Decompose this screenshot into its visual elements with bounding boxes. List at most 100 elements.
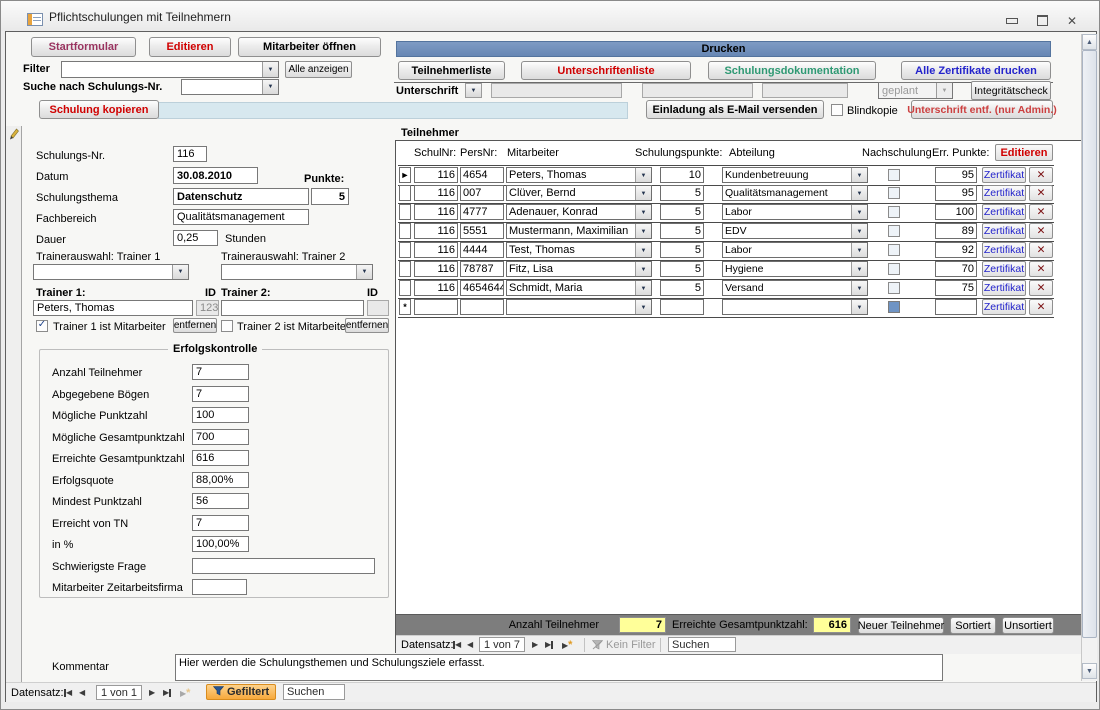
scroll-up-icon[interactable]: ▲ [1082,34,1097,50]
suche-schulungsnr-combo[interactable]: ▼ [181,79,279,95]
ek-value-field[interactable]: 100,00% [192,536,249,552]
restore-icon[interactable] [1031,13,1053,28]
chevron-down-icon[interactable]: ▼ [635,300,651,315]
dauer-field[interactable]: 0,25 [173,230,218,246]
schulnr-cell[interactable]: 116 [414,242,458,258]
chevron-down-icon[interactable]: ▼ [851,281,867,296]
schulungspunkte-cell[interactable]: 5 [660,242,704,258]
prev-record-icon[interactable]: ◀ [79,688,85,698]
gefiltert-button[interactable]: Gefiltert [206,684,276,700]
ek-value-field[interactable]: 88,00% [192,472,249,488]
delete-row-button[interactable]: ✕ [1029,299,1053,315]
chevron-down-icon[interactable]: ▼ [635,168,651,183]
chevron-down-icon[interactable]: ▼ [635,186,651,201]
err-punkte-cell[interactable]: 70 [935,261,977,277]
no-filter-icon[interactable] [592,640,603,653]
table-editieren-button[interactable]: Editieren [995,144,1053,161]
row-selector[interactable]: ► [399,167,411,183]
next-record-icon[interactable]: ▶ [532,640,538,650]
persnr-cell[interactable]: 78787 [460,261,504,277]
schulnr-cell[interactable]: 116 [414,185,458,201]
new-record-icon[interactable]: ▶* [562,640,572,651]
err-punkte-cell[interactable]: 95 [935,167,977,183]
delete-row-button[interactable]: ✕ [1029,185,1053,201]
chevron-down-icon[interactable]: ▼ [851,262,867,277]
trainer2-name-field[interactable] [221,300,364,316]
punkte-field[interactable]: 5 [311,188,349,205]
mitarbeiter-combo[interactable]: Schmidt, Maria▼ [506,280,652,296]
zertifikat-button[interactable]: Zertifikat [982,261,1026,277]
abteilung-combo[interactable]: Versand▼ [722,280,868,296]
delete-row-button[interactable]: ✕ [1029,242,1053,258]
schulungsnr-field[interactable]: 116 [173,146,207,162]
err-punkte-cell[interactable]: 92 [935,242,977,258]
chevron-down-icon[interactable]: ▼ [635,243,651,258]
kommentar-field[interactable]: Hier werden die Schulungsthemen und Schu… [175,654,943,681]
persnr-cell[interactable] [460,299,504,315]
alle-zertifikate-button[interactable]: Alle Zertifikate drucken [901,61,1051,80]
schulungspunkte-cell[interactable] [660,299,704,315]
schulungspunkte-cell[interactable]: 10 [660,167,704,183]
err-punkte-cell[interactable]: 89 [935,223,977,239]
schulnr-cell[interactable]: 116 [414,204,458,220]
editieren-button[interactable]: Editieren [149,37,231,57]
unterschriftenliste-button[interactable]: Unterschriftenliste [521,61,691,80]
fachbereich-field[interactable]: Qualitätsmanagement [173,209,309,225]
unsortiert-button[interactable]: Unsortiert [1002,617,1054,634]
prev-record-icon[interactable]: ◀ [467,640,473,650]
chevron-down-icon[interactable]: ▼ [635,224,651,239]
chevron-down-icon[interactable]: ▼ [635,205,651,220]
main-search-input[interactable]: Suchen [283,684,345,700]
persnr-cell[interactable]: 4444 [460,242,504,258]
zertifikat-button[interactable]: Zertifikat [982,185,1026,201]
trainer1-mitarbeiter-checkbox[interactable] [36,320,48,332]
scroll-down-icon[interactable]: ▼ [1082,663,1097,679]
chevron-down-icon[interactable]: ▼ [851,243,867,258]
blindkopie-checkbox[interactable] [831,104,843,116]
subform-record-position[interactable]: 1 von 7 [479,637,525,652]
subform-search-input[interactable]: Suchen [668,637,736,652]
err-punkte-cell[interactable]: 95 [935,185,977,201]
err-punkte-cell[interactable]: 100 [935,204,977,220]
delete-row-button[interactable]: ✕ [1029,204,1053,220]
teilnehmerliste-button[interactable]: Teilnehmerliste [398,61,505,80]
mitarbeiter-combo[interactable]: Clüver, Bernd▼ [506,185,652,201]
schulung-kopieren-button[interactable]: Schulung kopieren [39,100,159,119]
abteilung-combo[interactable]: Qualitätsmanagement▼ [722,185,868,201]
abteilung-combo[interactable]: Labor▼ [722,204,868,220]
mitarbeiter-combo[interactable]: ▼ [506,299,652,315]
mitarbeiter-oeffnen-button[interactable]: Mitarbeiter öffnen [238,37,381,57]
row-selector[interactable] [399,185,411,201]
row-selector[interactable] [399,261,411,277]
mitarbeiter-combo[interactable]: Peters, Thomas▼ [506,167,652,183]
schulungspunkte-cell[interactable]: 5 [660,185,704,201]
schulungsdokumentation-button[interactable]: Schulungsdokumentation [708,61,876,80]
vertical-scrollbar[interactable]: ▲ ▼ [1081,34,1097,681]
zertifikat-button[interactable]: Zertifikat [982,223,1026,239]
trainer2-mitarbeiter-checkbox[interactable] [221,320,233,332]
chevron-down-icon[interactable]: ▼ [851,168,867,183]
ek-value-field[interactable]: 616 [192,450,249,466]
persnr-cell[interactable]: 007 [460,185,504,201]
main-record-position[interactable]: 1 von 1 [96,685,142,700]
schulnr-cell[interactable]: 116 [414,261,458,277]
chevron-down-icon[interactable]: ▼ [851,300,867,315]
schulnr-cell[interactable]: 116 [414,280,458,296]
trainer1-name-field[interactable]: Peters, Thomas [33,300,193,316]
row-selector[interactable] [399,204,411,220]
schulungspunkte-cell[interactable]: 5 [660,280,704,296]
nachschulung-checkbox[interactable] [888,169,900,181]
ek-value-field[interactable]: 56 [192,493,249,509]
abteilung-combo[interactable]: Labor▼ [722,242,868,258]
chevron-down-icon[interactable]: ▼ [262,79,278,95]
alle-anzeigen-button[interactable]: Alle anzeigen [285,61,352,78]
startformular-button[interactable]: Startformular [31,37,136,57]
mitarbeiter-combo[interactable]: Adenauer, Konrad▼ [506,204,652,220]
persnr-cell[interactable]: 4654 [460,167,504,183]
row-selector[interactable] [399,280,411,296]
nachschulung-checkbox[interactable] [888,187,900,199]
neuer-teilnehmer-button[interactable]: Neuer Teilnehmer [858,617,944,634]
scrollbar-thumb[interactable] [1082,50,1097,638]
schulungspunkte-cell[interactable]: 5 [660,223,704,239]
trainer2-combo[interactable]: ▼ [221,264,373,280]
